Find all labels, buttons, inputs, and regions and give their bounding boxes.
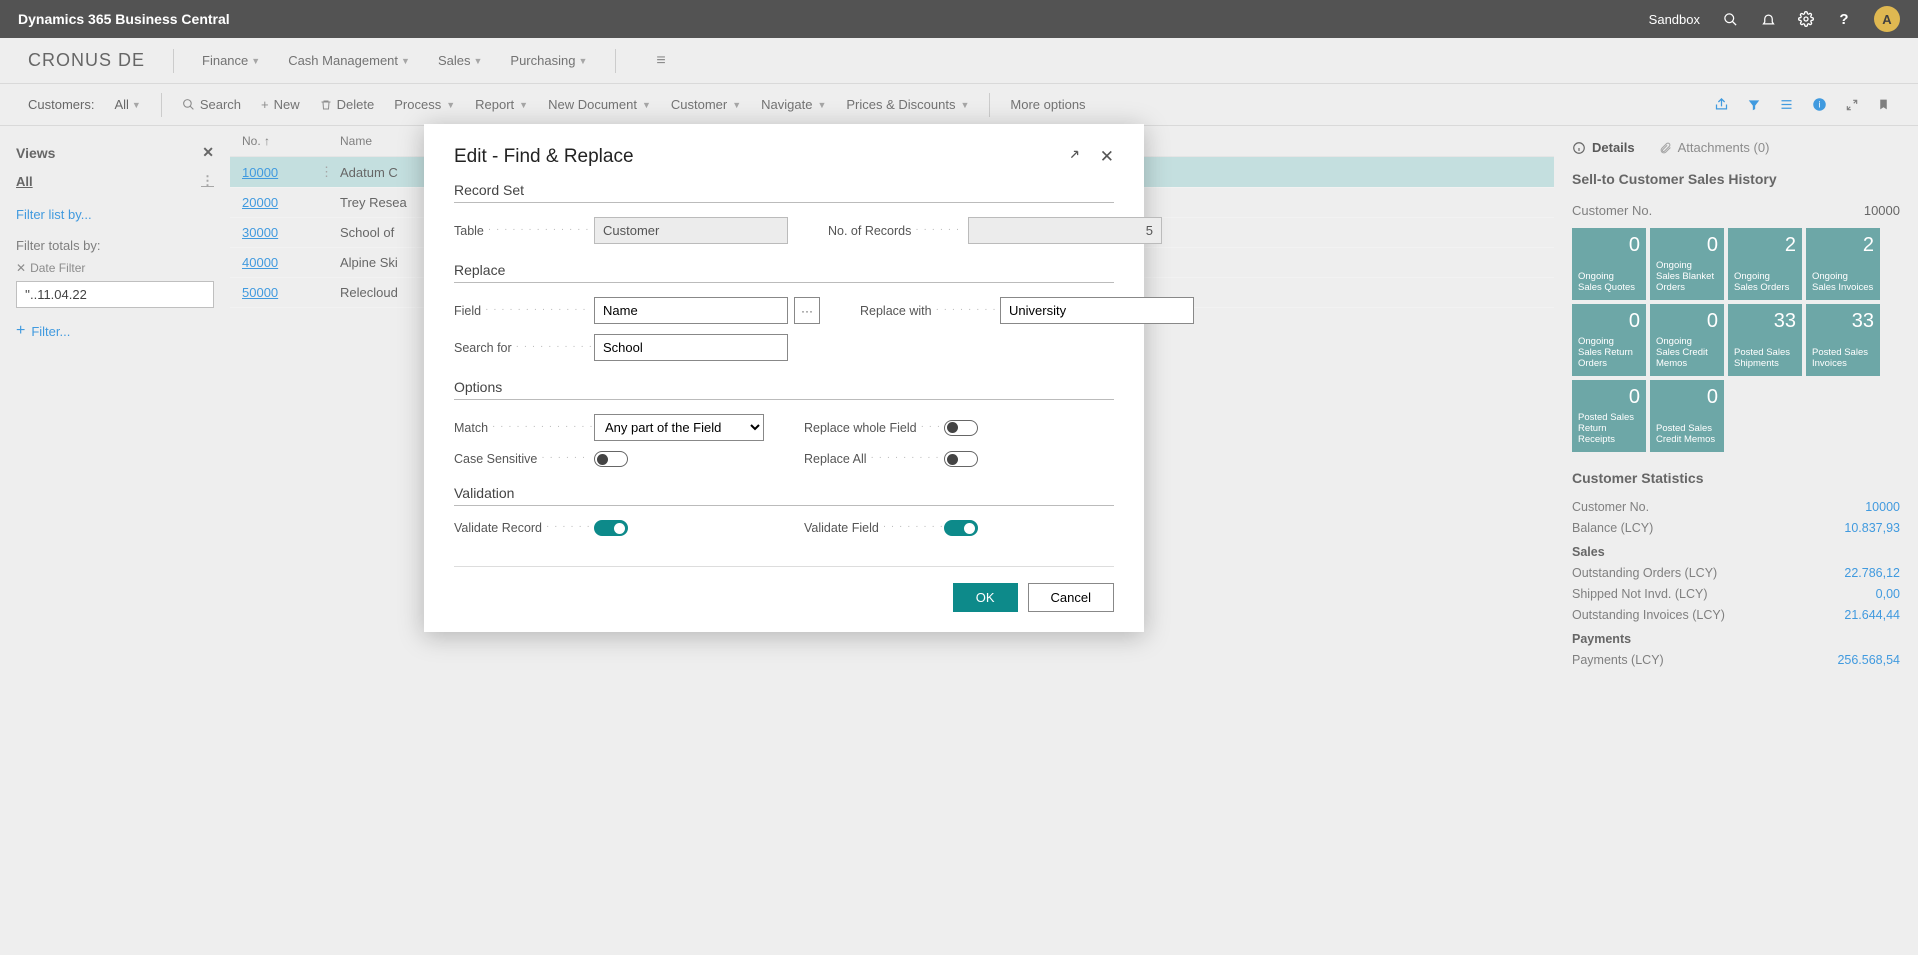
validate-field-label: Validate Field: [804, 521, 944, 535]
case-sensitive-toggle[interactable]: [594, 451, 628, 467]
lookup-button[interactable]: ···: [794, 297, 820, 324]
replace-whole-label: Replace whole Field: [804, 421, 944, 435]
expand-icon[interactable]: [1067, 147, 1082, 167]
match-label: Match: [454, 421, 594, 435]
match-select[interactable]: Any part of the Field: [594, 414, 764, 441]
field-input[interactable]: [594, 297, 788, 324]
field-label: Field: [454, 304, 594, 318]
table-label: Table: [454, 224, 594, 238]
validate-record-toggle[interactable]: [594, 520, 628, 536]
case-sensitive-label: Case Sensitive: [454, 452, 594, 466]
section-replace: Replace Field ··· Replace with Search fo…: [454, 262, 1114, 361]
section-record-set: Record Set Table No. of Records: [454, 182, 1114, 244]
replace-with-label: Replace with: [860, 304, 1000, 318]
validate-field-toggle[interactable]: [944, 520, 978, 536]
replace-with-input[interactable]: [1000, 297, 1194, 324]
no-records-label: No. of Records: [828, 224, 968, 238]
find-replace-dialog: Edit - Find & Replace ✕ Record Set Table…: [424, 124, 1144, 632]
section-options: Options Match Any part of the Field Repl…: [454, 379, 1114, 467]
validate-record-label: Validate Record: [454, 521, 594, 535]
close-icon[interactable]: ✕: [1100, 147, 1114, 167]
modal-title: Edit - Find & Replace: [454, 146, 634, 168]
no-records-field: [968, 217, 1162, 244]
ok-button[interactable]: OK: [953, 583, 1018, 612]
search-for-input[interactable]: [594, 334, 788, 361]
section-heading: Options: [454, 379, 1114, 400]
section-validation: Validation Validate Record Validate Fiel…: [454, 485, 1114, 536]
replace-all-toggle[interactable]: [944, 451, 978, 467]
section-heading: Record Set: [454, 182, 1114, 203]
section-heading: Validation: [454, 485, 1114, 506]
replace-all-label: Replace All: [804, 452, 944, 466]
search-for-label: Search for: [454, 341, 594, 355]
replace-whole-toggle[interactable]: [944, 420, 978, 436]
section-heading: Replace: [454, 262, 1114, 283]
cancel-button[interactable]: Cancel: [1028, 583, 1114, 612]
table-field: [594, 217, 788, 244]
